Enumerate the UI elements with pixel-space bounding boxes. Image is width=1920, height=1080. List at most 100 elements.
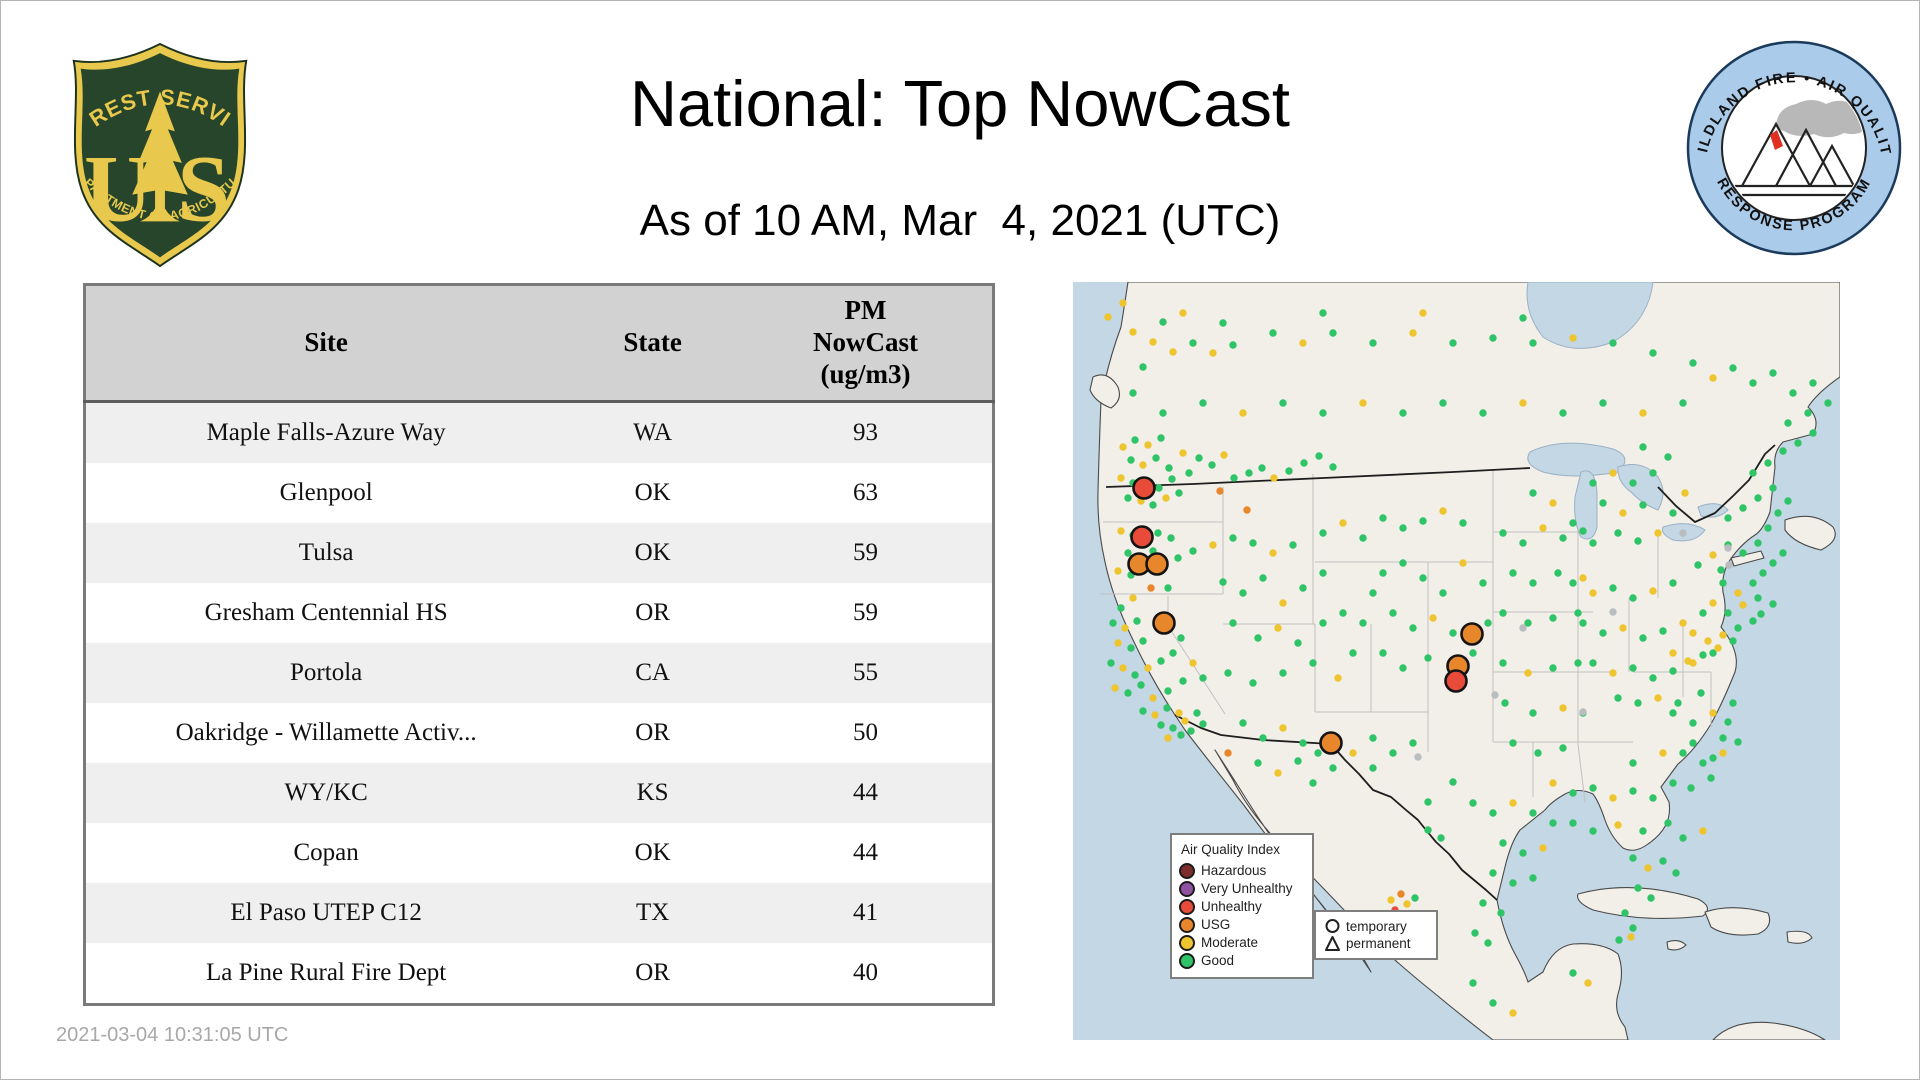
monitor-dot[interactable] bbox=[1419, 309, 1427, 317]
monitor-dot[interactable] bbox=[1339, 519, 1347, 527]
monitor-dot[interactable] bbox=[1689, 719, 1697, 727]
monitor-dot[interactable] bbox=[1119, 664, 1127, 672]
monitor-dot[interactable] bbox=[1419, 574, 1427, 582]
monitor-dot[interactable] bbox=[1629, 664, 1637, 672]
monitor-dot[interactable] bbox=[1133, 617, 1141, 625]
monitor-dot[interactable] bbox=[1229, 534, 1237, 542]
monitor-dot[interactable] bbox=[1499, 659, 1507, 667]
monitor-dot[interactable] bbox=[1154, 529, 1162, 537]
monitor-dot[interactable] bbox=[1704, 637, 1712, 645]
monitor-dot[interactable] bbox=[1245, 469, 1253, 477]
monitor-dot[interactable] bbox=[1717, 566, 1725, 574]
monitor-dot[interactable] bbox=[1739, 504, 1747, 512]
monitor-dot[interactable] bbox=[1769, 484, 1777, 492]
monitor-dot[interactable] bbox=[1403, 900, 1411, 908]
monitor-dot[interactable] bbox=[1634, 537, 1642, 545]
monitor-dot[interactable] bbox=[1119, 299, 1127, 307]
monitor-dot[interactable] bbox=[1579, 619, 1587, 627]
monitor-dot[interactable] bbox=[1654, 694, 1662, 702]
monitor-dot[interactable] bbox=[1809, 379, 1817, 387]
monitor-dot[interactable] bbox=[1121, 624, 1129, 632]
monitor-dot[interactable] bbox=[1175, 709, 1183, 717]
monitor-dot[interactable] bbox=[1739, 601, 1747, 609]
monitor-dot[interactable] bbox=[1359, 619, 1367, 627]
monitor-dot[interactable] bbox=[1414, 753, 1422, 761]
monitor-dot[interactable] bbox=[1559, 704, 1567, 712]
monitor-dot[interactable] bbox=[1129, 389, 1137, 397]
monitor-dot[interactable] bbox=[1491, 691, 1499, 699]
monitor-dot[interactable] bbox=[1199, 399, 1207, 407]
monitor-dot[interactable] bbox=[1175, 489, 1183, 497]
monitor-dot[interactable] bbox=[1549, 614, 1557, 622]
monitor-dot[interactable] bbox=[1168, 475, 1176, 483]
monitor-dot[interactable] bbox=[1609, 584, 1617, 592]
monitor-dot[interactable] bbox=[1724, 609, 1732, 617]
monitor-dot[interactable] bbox=[1139, 363, 1147, 371]
monitor-dot[interactable] bbox=[1269, 549, 1277, 557]
monitor-dot[interactable] bbox=[1614, 694, 1622, 702]
monitor-dot[interactable] bbox=[1749, 617, 1757, 625]
monitor-dot[interactable] bbox=[1279, 724, 1287, 732]
monitor-dot[interactable] bbox=[1389, 749, 1397, 757]
monitor-dot[interactable] bbox=[1639, 827, 1647, 835]
monitor-dot[interactable] bbox=[1399, 664, 1407, 672]
monitor-dot[interactable] bbox=[1279, 669, 1287, 677]
monitor-dot[interactable] bbox=[1734, 738, 1742, 746]
monitor-dot[interactable] bbox=[1159, 318, 1167, 326]
monitor-dot[interactable] bbox=[1216, 487, 1224, 495]
monitor-dot[interactable] bbox=[1687, 784, 1695, 792]
monitor-dot[interactable] bbox=[1129, 328, 1137, 336]
monitor-dot[interactable] bbox=[1239, 409, 1247, 417]
monitor-dot[interactable] bbox=[1149, 501, 1157, 509]
monitor-dot[interactable] bbox=[1789, 389, 1797, 397]
monitor-dot[interactable] bbox=[1729, 699, 1737, 707]
monitor-dot[interactable] bbox=[1369, 339, 1377, 347]
monitor-dot[interactable] bbox=[1709, 709, 1717, 717]
monitor-dot[interactable] bbox=[1179, 449, 1187, 457]
monitor-dot[interactable] bbox=[1449, 629, 1457, 637]
monitor-dot[interactable] bbox=[1729, 364, 1737, 372]
monitor-dot[interactable] bbox=[1589, 827, 1597, 835]
monitor-dot[interactable] bbox=[1300, 459, 1308, 467]
monitor-dot[interactable] bbox=[1139, 461, 1147, 469]
monitor-dot[interactable] bbox=[1749, 379, 1757, 387]
monitor-dot[interactable] bbox=[1669, 779, 1677, 787]
monitor-dot[interactable] bbox=[1739, 549, 1747, 557]
monitor-dot[interactable] bbox=[1699, 827, 1707, 835]
monitor-dot[interactable] bbox=[1399, 409, 1407, 417]
monitor-dot[interactable] bbox=[1131, 436, 1139, 444]
monitor-dot[interactable] bbox=[1519, 399, 1527, 407]
monitor-dot[interactable] bbox=[1349, 649, 1357, 657]
monitor-dot[interactable] bbox=[1724, 544, 1732, 552]
monitor-dot[interactable] bbox=[1629, 854, 1637, 862]
monitor-dot[interactable] bbox=[1649, 349, 1657, 357]
monitor-dot[interactable] bbox=[1621, 909, 1629, 917]
monitor-dot[interactable] bbox=[1209, 541, 1217, 549]
monitor-dot[interactable] bbox=[1181, 717, 1189, 725]
monitor-dot[interactable] bbox=[1219, 578, 1227, 586]
monitor-dot[interactable] bbox=[1774, 509, 1782, 517]
monitor-dot[interactable] bbox=[1139, 707, 1147, 715]
monitor-dot[interactable] bbox=[1104, 313, 1112, 321]
monitor-dot[interactable] bbox=[1749, 579, 1757, 587]
monitor-dot[interactable] bbox=[1209, 349, 1217, 357]
monitor-dot[interactable] bbox=[1119, 443, 1127, 451]
monitor-dot[interactable] bbox=[1549, 779, 1557, 787]
monitor-dot[interactable] bbox=[1569, 579, 1577, 587]
monitor-dot[interactable] bbox=[1554, 569, 1562, 577]
monitor-dot[interactable] bbox=[1147, 584, 1155, 592]
monitor-dot[interactable] bbox=[1539, 844, 1547, 852]
monitor-dot[interactable] bbox=[1124, 689, 1132, 697]
monitor-dot[interactable] bbox=[1249, 539, 1257, 547]
monitor-dot[interactable] bbox=[1654, 529, 1662, 537]
monitor-dot[interactable] bbox=[1258, 464, 1266, 472]
monitor-dot[interactable] bbox=[1144, 664, 1152, 672]
monitor-dot[interactable] bbox=[1804, 409, 1812, 417]
monitor-dot[interactable] bbox=[1424, 826, 1432, 834]
monitor-dot[interactable] bbox=[1779, 549, 1787, 557]
monitor-dot[interactable] bbox=[1319, 569, 1327, 577]
monitor-dot[interactable] bbox=[1699, 609, 1707, 617]
monitor-dot[interactable] bbox=[1579, 527, 1587, 535]
monitor-dot[interactable] bbox=[1629, 594, 1637, 602]
monitor-dot[interactable] bbox=[1659, 857, 1667, 865]
